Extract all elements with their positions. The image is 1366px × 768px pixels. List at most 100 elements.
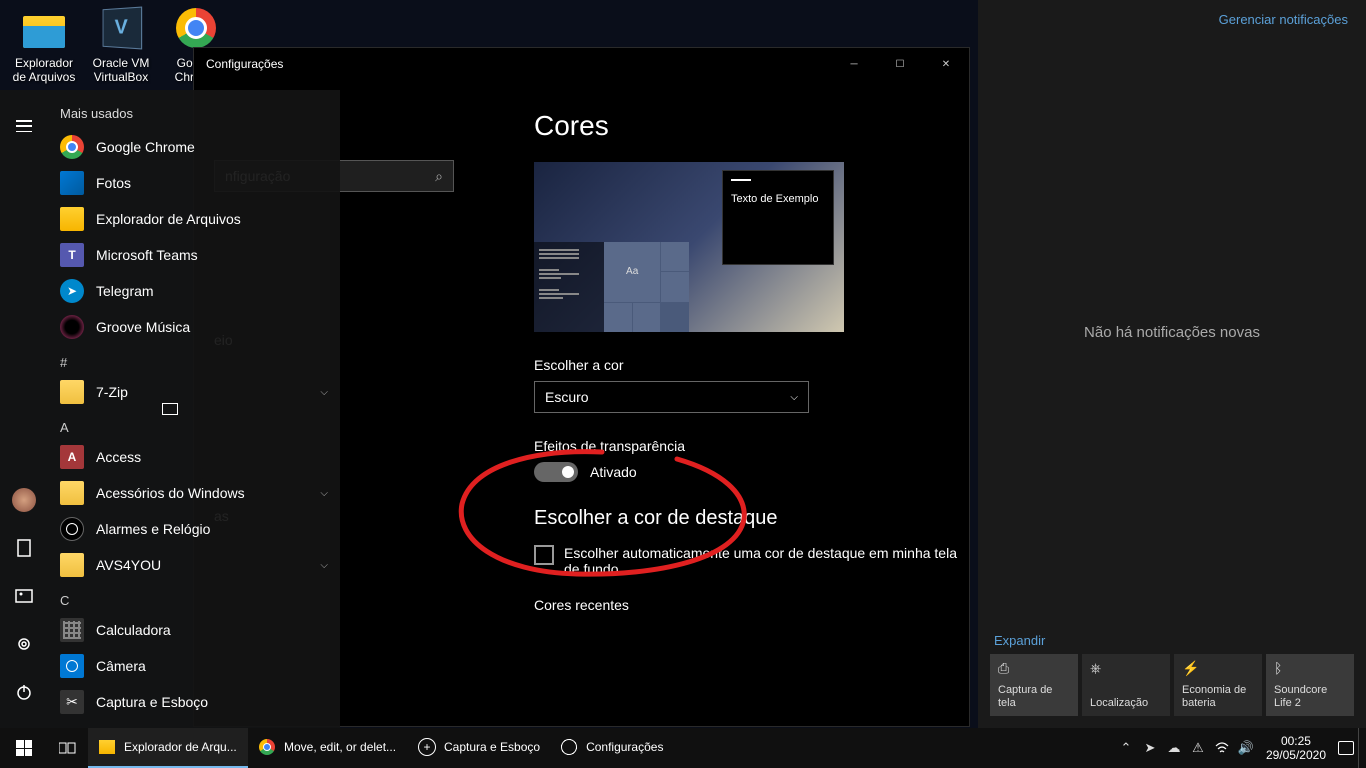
action-center: Gerenciar notificações Não há notificaçõ… xyxy=(978,0,1366,728)
gear-icon xyxy=(15,635,33,653)
file-explorer-icon xyxy=(20,4,68,52)
file-explorer-icon xyxy=(99,740,115,754)
quick-action-location[interactable]: ⎈Localização xyxy=(1082,654,1170,716)
settings-content: Cores Aa Texto de Exemplo xyxy=(494,80,969,726)
chrome-icon xyxy=(259,739,275,755)
wifi-icon xyxy=(1215,741,1229,755)
manage-notifications-link[interactable]: Gerenciar notificações xyxy=(1219,12,1348,27)
pictures-icon xyxy=(15,587,33,605)
auto-pick-label: Escolher automaticamente uma cor de dest… xyxy=(564,545,959,577)
start-item-alarms[interactable]: Alarmes e Relógio xyxy=(48,511,340,547)
start-item-windows-accessories[interactable]: Acessórios do Windows⌵ xyxy=(48,475,340,511)
toggle-state: Ativado xyxy=(590,464,637,480)
desktop-icon-virtualbox[interactable]: Oracle VM VirtualBox xyxy=(85,4,157,84)
start-item-calculator[interactable]: Calculadora xyxy=(48,612,340,648)
camera-icon xyxy=(60,654,84,678)
section-letter[interactable]: # xyxy=(48,345,340,374)
groove-icon xyxy=(60,315,84,339)
section-letter[interactable]: C xyxy=(48,583,340,612)
start-item-explorer[interactable]: Explorador de Arquivos xyxy=(48,201,340,237)
quick-action-battery-saver[interactable]: ⚡Economia de bateria xyxy=(1174,654,1262,716)
settings-titlebar[interactable]: Configurações ─ ☐ ✕ xyxy=(194,48,969,80)
tray-telegram-icon[interactable]: ➤ xyxy=(1138,728,1162,768)
start-item-groove[interactable]: Groove Música xyxy=(48,309,340,345)
start-item-avs4you[interactable]: AVS4YOU⌵ xyxy=(48,547,340,583)
windows-logo-icon xyxy=(16,740,32,756)
notification-icon xyxy=(1338,741,1354,755)
settings-button[interactable] xyxy=(0,620,48,668)
taskbar-item-snip[interactable]: Captura e Esboço xyxy=(408,728,550,768)
show-desktop-button[interactable] xyxy=(1358,728,1366,768)
transparency-label: Efeitos de transparência xyxy=(534,438,959,454)
taskbar-item-explorer[interactable]: Explorador de Arqu... xyxy=(88,728,248,768)
start-item-chrome[interactable]: Google Chrome xyxy=(48,129,340,165)
access-icon: A xyxy=(60,445,84,469)
preview-sample-text: Texto de Exemplo xyxy=(731,193,818,205)
task-view-button[interactable] xyxy=(48,728,88,768)
chevron-down-icon: ⌵ xyxy=(320,560,328,571)
avatar-icon xyxy=(12,488,36,512)
auto-pick-checkbox[interactable] xyxy=(534,545,554,565)
most-used-header: Mais usados xyxy=(48,98,340,129)
close-button[interactable]: ✕ xyxy=(923,48,969,80)
color-mode-dropdown[interactable]: Escuro ⌵ xyxy=(534,381,809,413)
expand-quick-actions[interactable]: Expandir xyxy=(990,633,1354,648)
user-account-button[interactable] xyxy=(0,476,48,524)
location-icon: ⎈ xyxy=(1090,660,1162,677)
gear-icon xyxy=(561,739,577,755)
start-item-teams[interactable]: TMicrosoft Teams xyxy=(48,237,340,273)
documents-button[interactable] xyxy=(0,524,48,572)
start-app-list[interactable]: Mais usados Google Chrome Fotos Explorad… xyxy=(48,90,340,728)
document-icon xyxy=(15,539,33,557)
start-item-7zip[interactable]: 7-Zip⌵ xyxy=(48,374,340,410)
transparency-toggle[interactable] xyxy=(534,462,578,482)
teams-icon: T xyxy=(60,243,84,267)
start-button[interactable] xyxy=(0,728,48,768)
tray-network-icon[interactable] xyxy=(1210,728,1234,768)
folder-icon xyxy=(60,481,84,505)
hamburger-icon xyxy=(16,120,32,132)
file-explorer-icon xyxy=(60,207,84,231)
search-icon: ⌕ xyxy=(435,168,443,185)
tray-wifi-icon[interactable]: ⚠ xyxy=(1186,728,1210,768)
power-icon xyxy=(15,683,33,701)
recent-colors-label: Cores recentes xyxy=(534,597,959,613)
accent-title: Escolher a cor de destaque xyxy=(534,507,959,530)
bluetooth-icon: ᛒ xyxy=(1274,660,1346,677)
start-item-camera[interactable]: Câmera xyxy=(48,648,340,684)
taskbar-item-settings[interactable]: Configurações xyxy=(550,728,673,768)
quick-action-bluetooth[interactable]: ᛒSoundcore Life 2 xyxy=(1266,654,1354,716)
start-item-snip[interactable]: Captura e Esboço xyxy=(48,684,340,720)
desktop-icon-label: Explorador de Arquivos xyxy=(8,56,80,84)
tray-overflow[interactable]: ⌃ xyxy=(1114,728,1138,768)
quick-action-screenshot[interactable]: ⎙Captura de tela xyxy=(990,654,1078,716)
tray-onedrive-icon[interactable]: ☁ xyxy=(1162,728,1186,768)
alarm-icon xyxy=(60,517,84,541)
taskbar: Explorador de Arqu... Move, edit, or del… xyxy=(0,728,1366,768)
chrome-icon xyxy=(172,4,220,52)
virtualbox-icon xyxy=(97,4,145,52)
pictures-button[interactable] xyxy=(0,572,48,620)
notifications-empty: Não há notificações novas xyxy=(978,39,1366,625)
desktop-icon-label: Oracle VM VirtualBox xyxy=(85,56,157,84)
choose-color-label: Escolher a cor xyxy=(534,357,959,373)
chrome-icon xyxy=(60,135,84,159)
start-item-telegram[interactable]: ➤Telegram xyxy=(48,273,340,309)
page-title: Cores xyxy=(534,110,959,142)
start-expand-button[interactable] xyxy=(0,102,48,150)
start-item-access[interactable]: AAccess xyxy=(48,439,340,475)
chevron-down-icon: ⌵ xyxy=(790,392,798,403)
calculator-icon xyxy=(60,618,84,642)
section-letter[interactable]: A xyxy=(48,410,340,439)
telegram-icon: ➤ xyxy=(60,279,84,303)
taskbar-item-chrome[interactable]: Move, edit, or delet... xyxy=(248,728,408,768)
desktop-icon-file-explorer[interactable]: Explorador de Arquivos xyxy=(8,4,80,84)
power-button[interactable] xyxy=(0,668,48,716)
action-center-button[interactable] xyxy=(1334,728,1358,768)
folder-icon xyxy=(60,553,84,577)
start-item-photos[interactable]: Fotos xyxy=(48,165,340,201)
maximize-button[interactable]: ☐ xyxy=(877,48,923,80)
tray-volume-icon[interactable]: 🔊 xyxy=(1234,728,1258,768)
taskbar-clock[interactable]: 00:25 29/05/2020 xyxy=(1258,734,1334,762)
minimize-button[interactable]: ─ xyxy=(831,48,877,80)
